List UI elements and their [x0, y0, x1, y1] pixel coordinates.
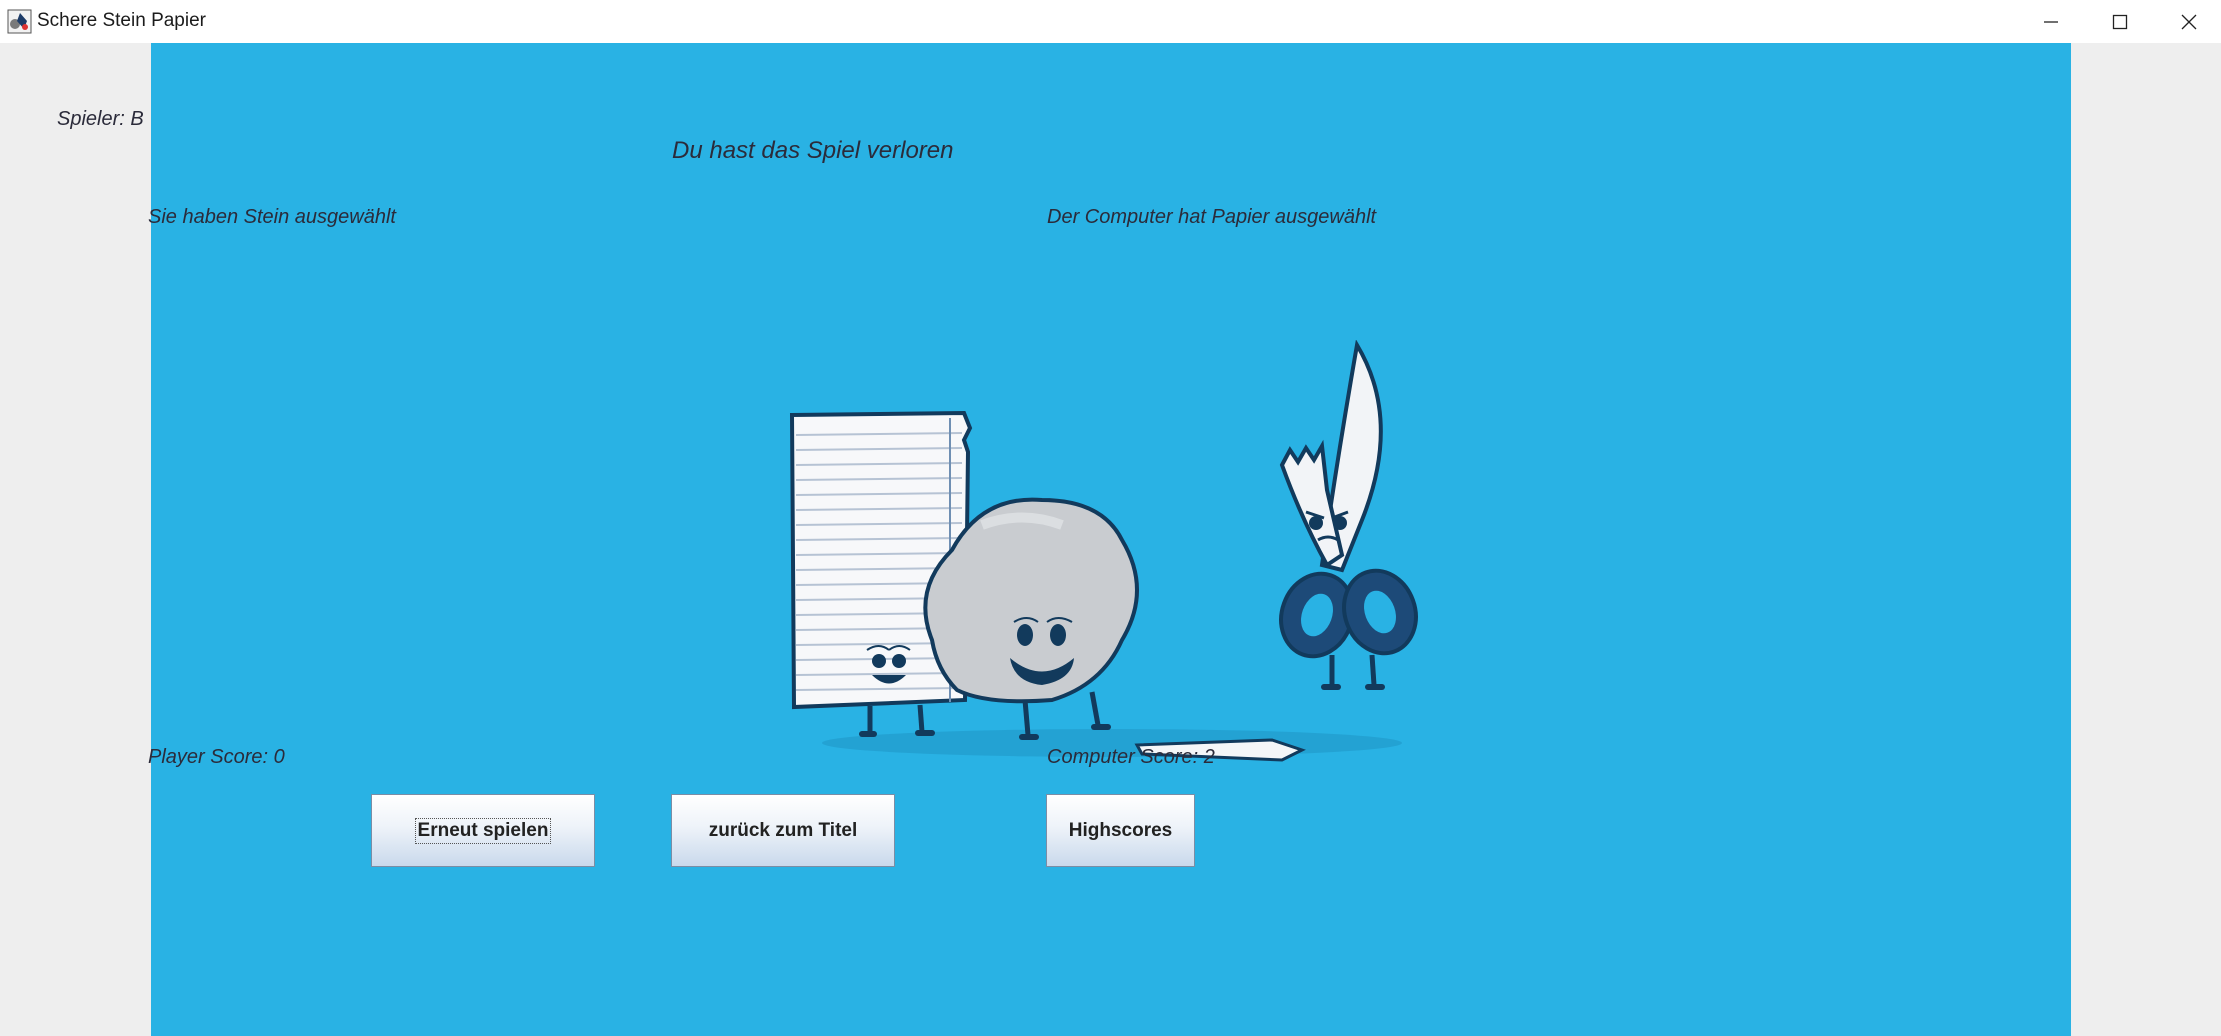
highscores-button[interactable]: Highscores [1046, 794, 1195, 867]
replay-button[interactable]: Erneut spielen [371, 794, 595, 867]
maximize-button[interactable] [2085, 0, 2155, 43]
back-to-title-button[interactable]: zurück zum Titel [671, 794, 895, 867]
replay-button-label: Erneut spielen [414, 817, 552, 844]
window-title: Schere Stein Papier [37, 10, 206, 31]
app-icon [7, 9, 32, 34]
minimize-button[interactable] [2016, 0, 2086, 43]
computer-choice-label: Der Computer hat Papier ausgewählt [1047, 206, 1377, 228]
title-bar: Schere Stein Papier [0, 0, 2221, 44]
game-window-content: Spieler: B Du hast das Spiel verloren Si… [0, 43, 2221, 1036]
minimize-icon [2044, 20, 2058, 23]
computer-score-label: Computer Score: 2 [1047, 746, 1215, 768]
back-to-title-button-label: zurück zum Titel [708, 819, 858, 841]
highscores-button-label: Highscores [1068, 819, 1173, 841]
scissors-character [1279, 339, 1418, 690]
player-score-label: Player Score: 0 [148, 746, 285, 768]
rock-paper-scissors-illustration [782, 339, 1452, 780]
maximize-icon [2112, 14, 2128, 29]
result-message: Du hast das Spiel verloren [672, 137, 954, 164]
player-choice-label: Sie haben Stein ausgewählt [148, 206, 396, 228]
close-button[interactable] [2154, 0, 2221, 43]
player-name-label: Spieler: B [57, 108, 144, 130]
close-icon [2181, 14, 2197, 29]
